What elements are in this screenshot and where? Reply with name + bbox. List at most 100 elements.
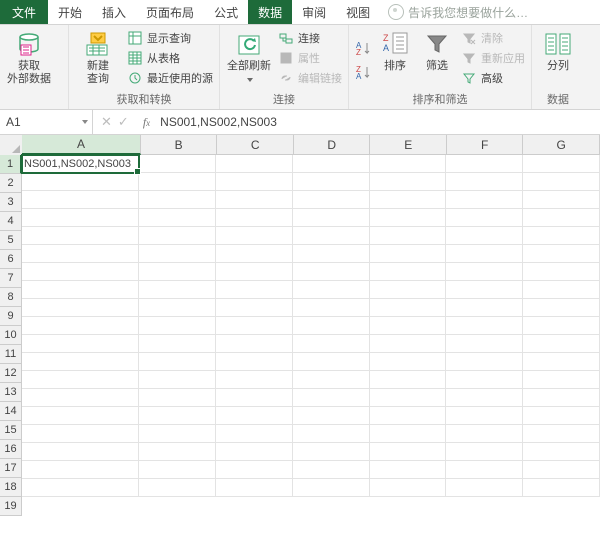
cell-G5[interactable] [523, 227, 600, 245]
cell-A14[interactable] [22, 389, 139, 407]
cell-A3[interactable] [22, 191, 139, 209]
row-header-9[interactable]: 9 [0, 307, 22, 326]
cell-C2[interactable] [216, 173, 293, 191]
recent-sources-button[interactable]: 最近使用的源 [127, 69, 213, 87]
tab-formula[interactable]: 公式 [204, 0, 248, 24]
cell-C12[interactable] [216, 353, 293, 371]
cell-D15[interactable] [293, 407, 370, 425]
cell-C6[interactable] [216, 245, 293, 263]
cell-D8[interactable] [293, 281, 370, 299]
cell-A13[interactable] [22, 371, 139, 389]
cell-F11[interactable] [446, 335, 523, 353]
cell-B19[interactable] [139, 479, 216, 497]
cell-F16[interactable] [446, 425, 523, 443]
row-header-14[interactable]: 14 [0, 402, 22, 421]
cell-A19[interactable] [22, 479, 139, 497]
cell-B3[interactable] [139, 191, 216, 209]
connections-button[interactable]: 连接 [278, 29, 342, 47]
cell-D7[interactable] [293, 263, 370, 281]
row-header-5[interactable]: 5 [0, 231, 22, 250]
cell-E15[interactable] [370, 407, 447, 425]
row-header-17[interactable]: 17 [0, 459, 22, 478]
cell-F19[interactable] [446, 479, 523, 497]
cell-C1[interactable] [216, 155, 293, 173]
cell-C15[interactable] [216, 407, 293, 425]
cell-B11[interactable] [139, 335, 216, 353]
cell-G16[interactable] [523, 425, 600, 443]
tab-home[interactable]: 开始 [48, 0, 92, 24]
cell-A12[interactable] [22, 353, 139, 371]
formula-bar[interactable]: NS001,NS002,NS003 [156, 115, 600, 129]
cell-F14[interactable] [446, 389, 523, 407]
cell-E11[interactable] [370, 335, 447, 353]
cell-B4[interactable] [139, 209, 216, 227]
name-box[interactable]: A1 [0, 110, 93, 134]
cell-G19[interactable] [523, 479, 600, 497]
cell-G15[interactable] [523, 407, 600, 425]
cell-B15[interactable] [139, 407, 216, 425]
sort-asc-button[interactable]: AZ [355, 39, 371, 57]
col-header-E[interactable]: E [370, 135, 447, 155]
cell-E10[interactable] [370, 317, 447, 335]
cell-G12[interactable] [523, 353, 600, 371]
cell-E3[interactable] [370, 191, 447, 209]
cell-E16[interactable] [370, 425, 447, 443]
cell-D2[interactable] [293, 173, 370, 191]
cell-G17[interactable] [523, 443, 600, 461]
col-header-G[interactable]: G [523, 135, 600, 155]
cell-E13[interactable] [370, 371, 447, 389]
cell-C16[interactable] [216, 425, 293, 443]
cell-D18[interactable] [293, 461, 370, 479]
cell-A10[interactable] [22, 317, 139, 335]
cell-F10[interactable] [446, 317, 523, 335]
cell-D14[interactable] [293, 389, 370, 407]
cell-B1[interactable] [139, 155, 216, 173]
cell-B5[interactable] [139, 227, 216, 245]
cell-A11[interactable] [22, 335, 139, 353]
col-header-F[interactable]: F [447, 135, 524, 155]
cell-C19[interactable] [216, 479, 293, 497]
cell-E8[interactable] [370, 281, 447, 299]
cell-D12[interactable] [293, 353, 370, 371]
cell-E12[interactable] [370, 353, 447, 371]
tab-layout[interactable]: 页面布局 [136, 0, 204, 24]
cell-D3[interactable] [293, 191, 370, 209]
cell-A9[interactable] [22, 299, 139, 317]
sort-desc-button[interactable]: ZA [355, 63, 371, 81]
tab-review[interactable]: 审阅 [292, 0, 336, 24]
cell-A16[interactable] [22, 425, 139, 443]
cell-G9[interactable] [523, 299, 600, 317]
cell-F18[interactable] [446, 461, 523, 479]
row-header-10[interactable]: 10 [0, 326, 22, 345]
cell-D17[interactable] [293, 443, 370, 461]
col-header-D[interactable]: D [294, 135, 371, 155]
col-header-C[interactable]: C [217, 135, 294, 155]
cell-B8[interactable] [139, 281, 216, 299]
tell-me-hint[interactable]: 告诉我您想要做什么… [380, 0, 600, 24]
refresh-all-button[interactable]: 全部刷新 [226, 27, 272, 90]
cell-E6[interactable] [370, 245, 447, 263]
cell-C18[interactable] [216, 461, 293, 479]
cell-E17[interactable] [370, 443, 447, 461]
cell-F1[interactable] [446, 155, 523, 173]
cell-D9[interactable] [293, 299, 370, 317]
text-to-columns-button[interactable]: 分列 [538, 27, 578, 90]
from-table-button[interactable]: 从表格 [127, 49, 213, 67]
new-query-button[interactable]: 新建 查询 [75, 27, 121, 90]
cell-A6[interactable] [22, 245, 139, 263]
cell-G11[interactable] [523, 335, 600, 353]
tab-data[interactable]: 数据 [248, 0, 292, 24]
cell-D13[interactable] [293, 371, 370, 389]
cell-A4[interactable] [22, 209, 139, 227]
cell-G4[interactable] [523, 209, 600, 227]
cell-C17[interactable] [216, 443, 293, 461]
cell-E7[interactable] [370, 263, 447, 281]
advanced-filter-button[interactable]: 高级 [461, 69, 525, 87]
cell-F5[interactable] [446, 227, 523, 245]
filter-button[interactable]: 筛选 [419, 27, 455, 90]
cell-E14[interactable] [370, 389, 447, 407]
cell-E2[interactable] [370, 173, 447, 191]
cell-G6[interactable] [523, 245, 600, 263]
cell-F4[interactable] [446, 209, 523, 227]
cell-F6[interactable] [446, 245, 523, 263]
